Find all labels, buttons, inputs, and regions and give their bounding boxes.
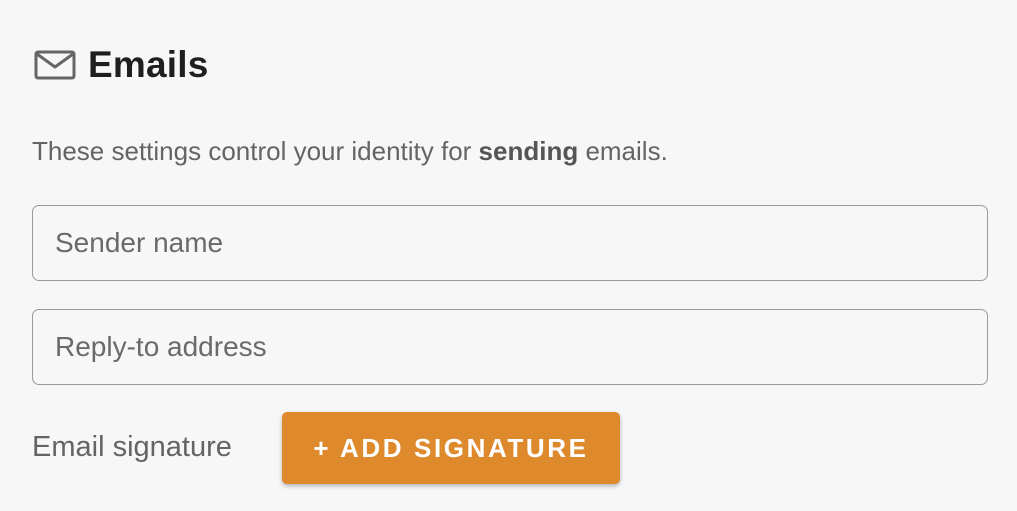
description-emphasis: sending xyxy=(478,136,579,166)
description-prefix: These settings control your identity for xyxy=(32,136,479,166)
add-signature-button[interactable]: + ADD SIGNATURE xyxy=(282,412,620,484)
sender-name-field xyxy=(32,205,988,281)
mail-icon xyxy=(34,49,76,81)
section-description: These settings control your identity for… xyxy=(32,133,668,169)
reply-to-field xyxy=(32,309,988,385)
email-settings-panel: Emails These settings control your ident… xyxy=(0,0,1017,511)
sender-name-input[interactable] xyxy=(33,206,987,280)
page-title: Emails xyxy=(88,44,209,85)
description-suffix: emails. xyxy=(578,136,668,166)
signature-label: Email signature xyxy=(32,431,232,463)
reply-to-input[interactable] xyxy=(33,310,987,384)
section-header: Emails xyxy=(34,40,209,90)
